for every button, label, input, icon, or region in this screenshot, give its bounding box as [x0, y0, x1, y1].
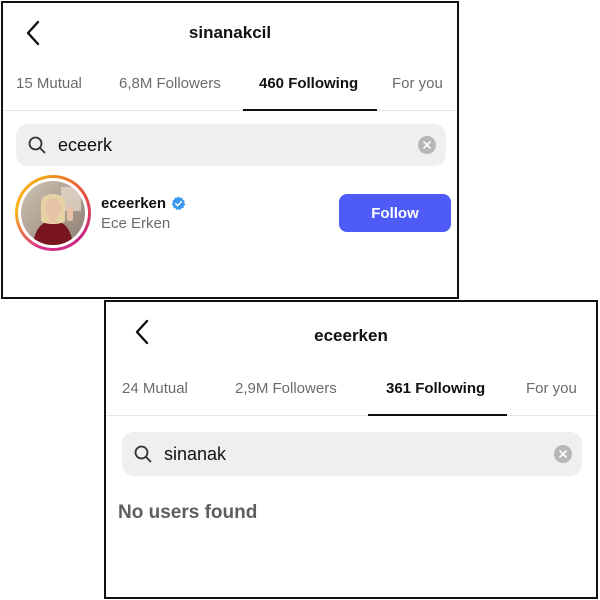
verified-badge-icon	[171, 196, 186, 211]
search-icon	[134, 445, 152, 463]
profile-following-screen-sinanakcil: sinanakcil 15 Mutual 6,8M Followers 460 …	[1, 1, 459, 299]
search-input[interactable]	[58, 124, 418, 166]
tab-for-you[interactable]: For you	[392, 75, 443, 92]
tab-bar: 24 Mutual 2,9M Followers 361 Following F…	[106, 368, 596, 416]
active-tab-indicator	[243, 109, 377, 111]
clear-icon	[423, 141, 431, 149]
tab-bar: 15 Mutual 6,8M Followers 460 Following F…	[3, 63, 457, 111]
clear-search-button[interactable]	[554, 445, 572, 463]
tab-mutual[interactable]: 24 Mutual	[122, 380, 188, 397]
tab-following[interactable]: 361 Following	[386, 380, 485, 397]
search-input[interactable]	[164, 432, 554, 476]
search-bar	[16, 124, 446, 166]
empty-state-message: No users found	[118, 502, 258, 523]
search-bar	[122, 432, 582, 476]
active-tab-indicator	[368, 414, 507, 416]
page-title: sinanakcil	[188, 23, 272, 42]
tab-followers[interactable]: 2,9M Followers	[235, 380, 337, 397]
profile-following-screen-eceerken: eceerken 24 Mutual 2,9M Followers 361 Fo…	[104, 300, 598, 599]
avatar	[21, 181, 85, 245]
tab-followers[interactable]: 6,8M Followers	[119, 75, 221, 92]
username-text: eceerken	[101, 195, 167, 212]
search-icon	[28, 136, 46, 154]
tab-for-you[interactable]: For you	[526, 380, 577, 397]
list-item[interactable]: eceerken Ece Erken Follow	[15, 175, 451, 253]
tab-following[interactable]: 460 Following	[259, 75, 358, 92]
follow-button[interactable]: Follow	[339, 194, 451, 232]
header: sinanakcil	[3, 3, 457, 63]
avatar-story-ring[interactable]	[15, 175, 91, 251]
username[interactable]: eceerken	[101, 195, 186, 212]
clear-search-button[interactable]	[418, 136, 436, 154]
full-name: Ece Erken	[101, 215, 171, 232]
tab-mutual[interactable]: 15 Mutual	[16, 75, 82, 92]
clear-icon	[559, 450, 567, 458]
page-title: eceerken	[314, 326, 388, 345]
header: eceerken	[106, 302, 596, 362]
